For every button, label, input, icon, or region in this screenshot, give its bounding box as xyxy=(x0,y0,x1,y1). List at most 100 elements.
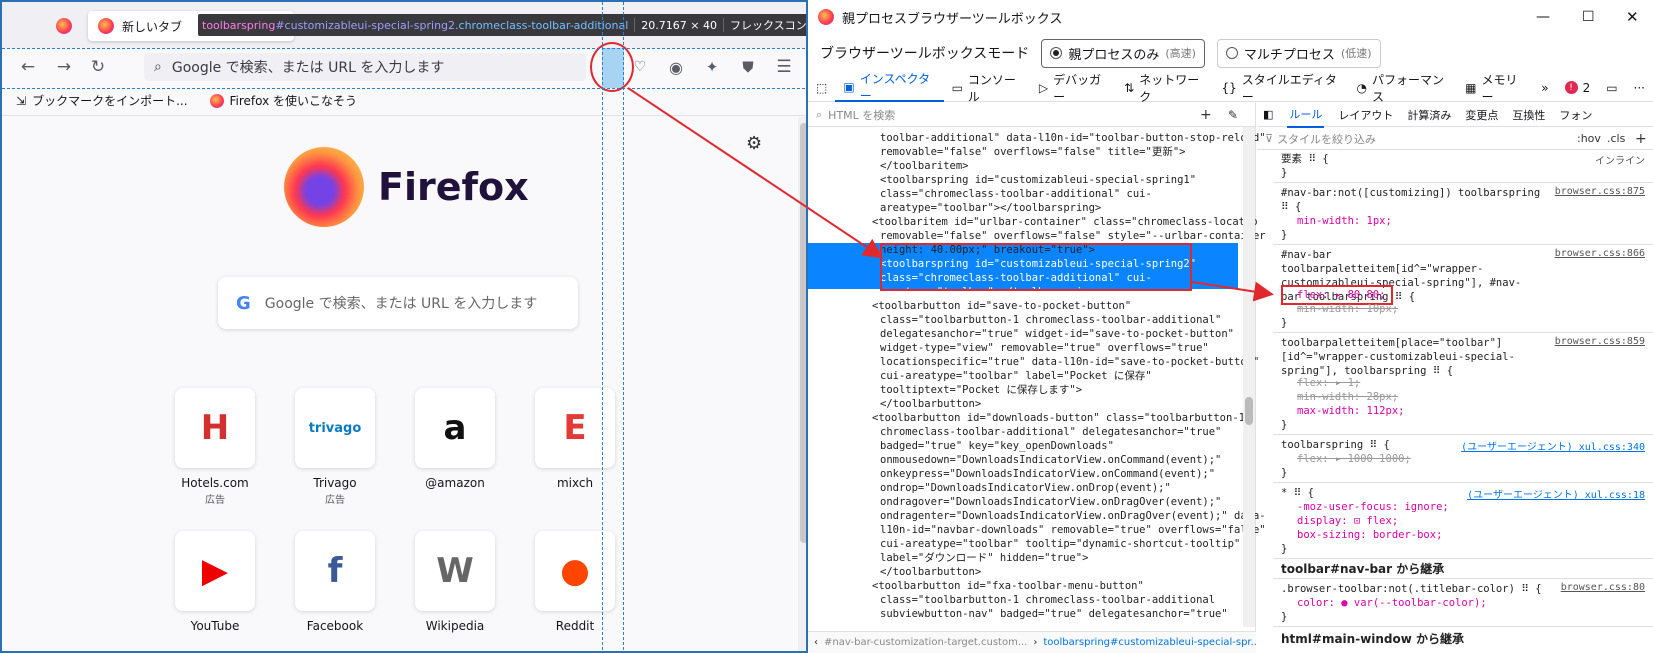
declaration[interactable]: color: ● var(--toolbar-color); xyxy=(1297,596,1487,610)
rule-selector: #nav-bar:not([customizing]) toolbarsprin… xyxy=(1281,187,1541,199)
rule-source[interactable]: (ユーザーエージェント) xul.css:18 xyxy=(1467,486,1645,501)
search-placeholder: Google で検索、または URL を入力します xyxy=(264,296,538,312)
markup-line[interactable]: <toolbarbutton id="downloads-button" cla… xyxy=(872,411,1302,425)
tab-computed[interactable]: 計算済み xyxy=(1407,107,1451,123)
dock-button[interactable]: ▭ xyxy=(1598,74,1625,102)
settings-button[interactable]: ⚙ xyxy=(746,133,762,154)
close-button[interactable]: ✕ xyxy=(1626,8,1639,26)
hov-button[interactable]: :hov xyxy=(1577,132,1601,145)
toolbox-menu-button[interactable]: ··· xyxy=(1626,74,1653,102)
declaration[interactable]: min-width: 10px; xyxy=(1297,302,1398,316)
bookmark-import[interactable]: ⇲ ブックマークをインポート... xyxy=(16,92,188,109)
forward-button[interactable]: → xyxy=(50,53,78,81)
firefox-logo-icon xyxy=(818,9,834,25)
radio-hint: (低速) xyxy=(1340,47,1372,60)
top-site-label: Reddit xyxy=(555,619,595,633)
markup-line[interactable]: <toolbaritem id="urlbar-container" class… xyxy=(872,215,1302,229)
firefox-window: 新しいタブ toolbarspring #customizableui-speci… xyxy=(0,0,808,653)
tab-rules[interactable]: ルール xyxy=(1287,102,1325,128)
minimize-button[interactable]: — xyxy=(1536,9,1550,25)
maximize-button[interactable]: ☐ xyxy=(1582,9,1595,25)
breadcrumb-back[interactable]: ‹ xyxy=(814,637,818,648)
tab-inspector[interactable]: ▣ インスペクター xyxy=(835,72,944,103)
bookmark-firefox[interactable]: Firefox を使いこなそう xyxy=(209,92,357,109)
rule-source[interactable]: (ユーザーエージェント) xul.css:340 xyxy=(1461,438,1645,453)
rule-source[interactable]: browser.css:859 xyxy=(1555,336,1645,347)
ublock-button[interactable]: ⛊ xyxy=(734,53,762,81)
tooltip-dims: 20.7167 × 40 xyxy=(641,18,717,32)
top-site-tile[interactable]: ▶ xyxy=(175,531,255,611)
tab-fonts[interactable]: フォン xyxy=(1559,107,1592,123)
top-site-label: YouTube xyxy=(190,619,240,633)
declaration[interactable]: -moz-user-focus: ignore; xyxy=(1297,500,1449,514)
markup-scrollbar[interactable] xyxy=(1243,127,1255,627)
breadcrumb-item[interactable]: toolbarspring#customizableui-special-spr… xyxy=(1043,637,1256,648)
rule-source[interactable]: browser.css:875 xyxy=(1555,186,1645,197)
picker-button[interactable]: ⬚ xyxy=(808,74,835,102)
multiprocess-radio[interactable]: マルチプロセス (低速) xyxy=(1216,38,1381,68)
rule-selector: .browser-toolbar:not(.titlebar-color) ⠿ … xyxy=(1281,583,1542,595)
breadcrumb-item[interactable]: #nav-bar-customization-target.custom... xyxy=(824,637,1027,648)
top-site-tile[interactable]: W xyxy=(415,531,495,611)
pocket-button[interactable]: ♡ xyxy=(626,53,654,81)
tab-style-editor[interactable]: {} スタイルエディター xyxy=(1213,73,1348,104)
account-button[interactable]: ◉ xyxy=(662,53,690,81)
url-bar[interactable]: ⌕ Google で検索、または URL を入力します xyxy=(144,53,586,81)
rule-source[interactable]: browser.css:866 xyxy=(1555,248,1645,259)
markup-line[interactable]: <toolbarbutton id="fxa-toolbar-menu-butt… xyxy=(872,579,1302,593)
declaration[interactable]: flex: ▸ 1; xyxy=(1297,376,1360,390)
radio-checked-icon xyxy=(1050,47,1063,59)
top-site-tile[interactable]: f xyxy=(295,531,375,611)
tab-firefox-pinned[interactable] xyxy=(50,11,80,41)
pocket-icon: ♡ xyxy=(633,59,647,75)
tool-tabs: ⬚ ▣ インスペクター ▭ コンソール ▷ デバッガー ⇅ ネットワーク {} スタイルエ… xyxy=(808,72,1653,104)
parent-only-radio[interactable]: 親プロセスのみ (高速) xyxy=(1041,38,1205,68)
tab-layout[interactable]: レイアウト xyxy=(1338,107,1393,123)
back-button[interactable]: ← xyxy=(14,53,42,81)
declaration[interactable]: max-width: 112px; xyxy=(1297,404,1404,418)
radio-unchecked-icon xyxy=(1225,47,1238,59)
rules-filter[interactable]: ⊽ スタイルを絞り込み :hov .cls + xyxy=(1257,128,1653,150)
reload-button[interactable]: ↻ xyxy=(84,53,112,81)
top-site-tile[interactable]: E xyxy=(535,388,615,468)
selection-box xyxy=(880,243,1192,291)
tab-console[interactable]: ▭ コンソール xyxy=(944,73,1031,104)
tab-debugger[interactable]: ▷ デバッガー xyxy=(1031,73,1116,104)
cls-button[interactable]: .cls xyxy=(1607,132,1625,145)
eyedropper-button[interactable]: ✎ xyxy=(1228,108,1238,122)
declaration[interactable]: min-width: 28px; xyxy=(1297,390,1398,404)
top-site-tile[interactable]: H xyxy=(175,388,255,468)
error-count[interactable]: ! 2 xyxy=(1557,74,1599,102)
tab-network[interactable]: ⇅ ネットワーク xyxy=(1116,73,1213,104)
add-rule-button[interactable]: + xyxy=(1635,131,1647,147)
menu-button[interactable]: ☰ xyxy=(770,53,798,81)
rule-source[interactable]: browser.css:80 xyxy=(1561,582,1645,593)
top-site-tile[interactable]: ● xyxy=(535,531,615,611)
scrollbar[interactable] xyxy=(798,117,806,651)
sponsored-label: 広告 xyxy=(325,495,345,506)
declaration[interactable]: display: ⊡ flex; xyxy=(1297,514,1398,528)
tab-performance[interactable]: ◔ パフォーマンス xyxy=(1348,72,1457,104)
picker-icon: ⬚ xyxy=(816,80,828,95)
declaration[interactable]: min-width: 1px; xyxy=(1297,214,1392,228)
top-site-label: Trivago xyxy=(313,476,357,490)
markup-line[interactable]: <toolbarbutton id="save-to-pocket-button… xyxy=(872,299,1302,313)
tab-compat[interactable]: 互換性 xyxy=(1512,107,1545,123)
browser-toolbox: 親プロセスブラウザーツールボックス — ☐ ✕ ブラウザーツールボックスモード … xyxy=(808,0,1653,653)
html-search[interactable]: ⌕ HTML を検索 + ✎ xyxy=(808,103,1255,127)
tab-changes[interactable]: 変更点 xyxy=(1465,107,1498,123)
debugger-icon: ▷ xyxy=(1038,80,1049,95)
add-node-button[interactable]: + xyxy=(1200,107,1212,123)
more-tools-button[interactable]: » xyxy=(1533,74,1556,102)
tab-memory[interactable]: ▦ メモリー xyxy=(1457,73,1533,104)
declaration[interactable]: flex: ▸ 1000 1000; xyxy=(1297,452,1411,466)
declaration[interactable]: box-sizing: border-box; xyxy=(1297,528,1442,542)
search-box[interactable]: G Google で検索、または URL を入力します xyxy=(218,277,578,329)
top-site-tile[interactable]: a xyxy=(415,388,495,468)
top-site-tile[interactable]: trivago xyxy=(295,388,375,468)
extensions-button[interactable]: ✦ xyxy=(698,53,726,81)
tab-label: パフォーマンス xyxy=(1371,72,1444,104)
toggle-pane-icon[interactable]: ◧ xyxy=(1263,108,1273,121)
title-bar: 親プロセスブラウザーツールボックス — ☐ ✕ xyxy=(808,0,1653,34)
top-site-label: mixch xyxy=(556,476,594,490)
